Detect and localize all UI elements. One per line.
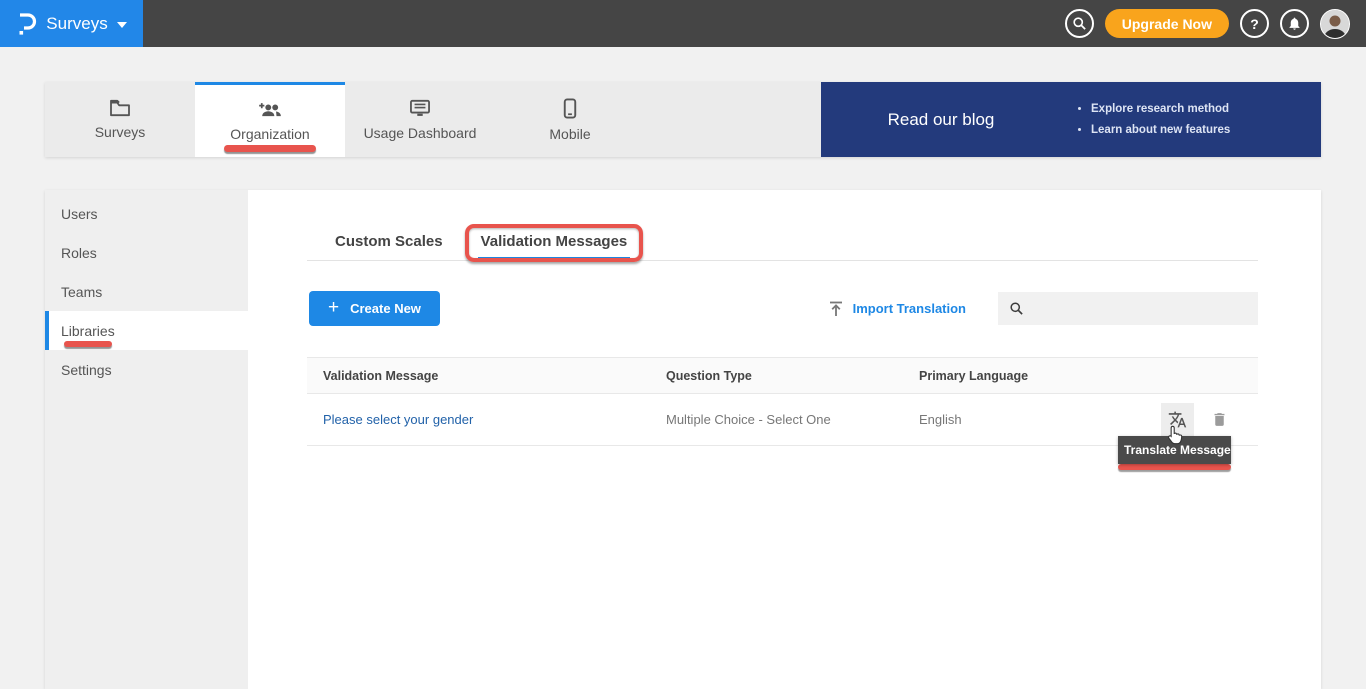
global-search-button[interactable] [1065, 9, 1094, 38]
cursor-pointer-icon [1165, 424, 1184, 451]
import-translation-label: Import Translation [853, 301, 966, 316]
tab-organization[interactable]: Organization [195, 82, 345, 157]
tab-label: Usage Dashboard [364, 125, 477, 141]
table-header-row: Validation Message Question Type Primary… [307, 357, 1258, 394]
tab-usage-dashboard[interactable]: Usage Dashboard [345, 82, 495, 157]
smartphone-icon [563, 98, 577, 119]
help-button[interactable]: ? [1240, 9, 1269, 38]
questionpro-logo-icon [16, 11, 37, 36]
library-search-input[interactable] [1032, 292, 1258, 325]
sidebar-item-label: Libraries [61, 323, 115, 339]
translate-tooltip-wrap: Translate Message [1118, 436, 1231, 470]
delete-message-button[interactable] [1211, 410, 1228, 429]
sidebar-item-label: Roles [61, 245, 97, 261]
tab-label: Surveys [95, 124, 146, 140]
topbar-actions: Upgrade Now ? [1065, 9, 1366, 39]
red-underline-annotation [64, 341, 112, 347]
search-icon [1072, 16, 1087, 31]
upgrade-now-button[interactable]: Upgrade Now [1105, 9, 1229, 38]
sidebar-item-label: Settings [61, 362, 112, 378]
sidebar-item-label: Teams [61, 284, 102, 300]
upload-icon [829, 301, 843, 317]
validation-message-link[interactable]: Please select your gender [323, 412, 473, 427]
folder-icon [109, 99, 131, 117]
blog-banner[interactable]: Read our blog Explore research method Le… [821, 82, 1321, 157]
create-new-button[interactable]: + Create New [309, 291, 440, 326]
module-tab-bar: Surveys Organization Usage Dashboard Mob… [45, 82, 1321, 157]
sidebar-item-roles[interactable]: Roles [45, 233, 248, 272]
library-toolbar: + Create New Import Translation [309, 291, 1258, 326]
sidebar-item-settings[interactable]: Settings [45, 350, 248, 389]
question-type-cell: Multiple Choice - Select One [666, 412, 919, 427]
column-header-primary-language: Primary Language [919, 369, 1148, 383]
validation-message-cell: Please select your gender [307, 412, 666, 427]
sidebar-item-users[interactable]: Users [45, 194, 248, 233]
organization-sidebar: Users Roles Teams Libraries Settings [45, 190, 248, 689]
banner-title: Read our blog [821, 110, 1061, 130]
column-header-validation-message: Validation Message [307, 369, 666, 383]
product-menu[interactable]: Surveys [0, 0, 143, 47]
trash-icon [1211, 410, 1228, 429]
chevron-down-icon [117, 22, 127, 28]
create-new-label: Create New [350, 301, 421, 316]
library-searchbox[interactable] [998, 292, 1258, 325]
column-header-question-type: Question Type [666, 369, 919, 383]
libraries-content: Custom Scales Validation Messages + Crea… [248, 190, 1321, 689]
library-tabs: Custom Scales Validation Messages [307, 233, 1258, 261]
import-translation-button[interactable]: Import Translation [829, 301, 966, 317]
red-underline-annotation [1118, 464, 1231, 470]
product-menu-label: Surveys [46, 14, 107, 34]
tab-custom-scales[interactable]: Custom Scales [332, 233, 446, 260]
toolbar-right: Import Translation [829, 292, 1258, 325]
tab-validation-messages[interactable]: Validation Messages [478, 233, 631, 260]
tab-label: Validation Messages [481, 233, 628, 250]
tab-surveys[interactable]: Surveys [45, 82, 195, 157]
top-bar: Surveys Upgrade Now ? [0, 0, 1366, 47]
tab-mobile[interactable]: Mobile [495, 82, 645, 157]
banner-bullet[interactable]: Explore research method [1091, 99, 1230, 120]
table-row: Please select your gender Multiple Choic… [307, 394, 1258, 446]
plus-icon: + [328, 298, 339, 317]
dashboard-icon [409, 99, 431, 118]
user-avatar[interactable] [1320, 9, 1350, 39]
banner-bullets: Explore research method Learn about new … [1091, 99, 1230, 141]
banner-bullet[interactable]: Learn about new features [1091, 120, 1230, 141]
notifications-button[interactable] [1280, 9, 1309, 38]
search-icon [1009, 301, 1024, 316]
sidebar-item-label: Users [61, 206, 98, 222]
primary-language-cell: English [919, 412, 1148, 427]
organization-panel: Users Roles Teams Libraries Settings Cus… [45, 190, 1321, 689]
tab-label: Mobile [549, 126, 590, 142]
sidebar-item-teams[interactable]: Teams [45, 272, 248, 311]
validation-messages-table: Validation Message Question Type Primary… [307, 357, 1258, 446]
tab-label: Organization [230, 126, 309, 142]
sidebar-item-libraries[interactable]: Libraries [45, 311, 248, 350]
red-underline-annotation [224, 145, 316, 152]
group-add-icon [257, 101, 283, 119]
bell-icon [1287, 16, 1302, 31]
